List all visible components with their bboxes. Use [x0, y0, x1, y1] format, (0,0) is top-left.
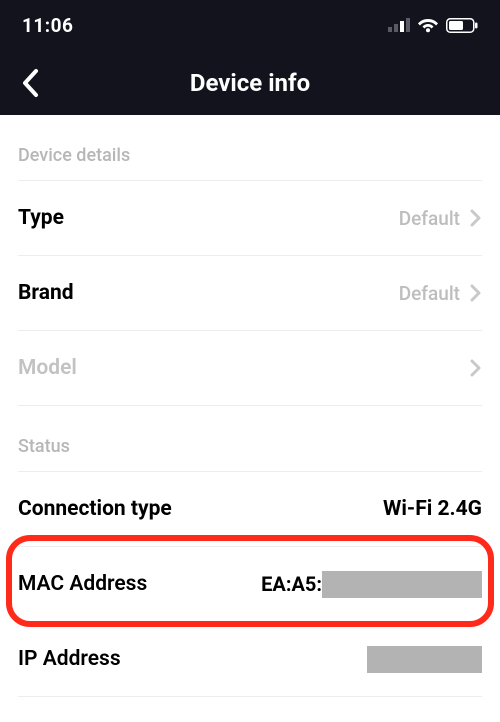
redacted-block	[367, 646, 482, 673]
chevron-right-icon	[470, 358, 482, 378]
divider	[18, 696, 482, 697]
row-ip: IP Address	[18, 622, 482, 696]
row-mac-value: EA:A5:	[261, 571, 482, 598]
chevron-left-icon	[21, 68, 39, 98]
cellular-icon	[388, 18, 410, 32]
mac-prefix: EA:A5:	[261, 572, 322, 596]
row-type-value: Default	[399, 207, 460, 230]
row-ip-label: IP Address	[18, 647, 121, 671]
row-model[interactable]: Model	[18, 331, 482, 405]
battery-icon	[446, 18, 478, 33]
chevron-right-icon	[470, 283, 482, 303]
wifi-icon	[417, 17, 439, 33]
row-type-label: Type	[18, 206, 64, 230]
content: Device details Type Default Brand Defaul…	[0, 115, 500, 697]
redacted-block	[322, 571, 482, 598]
row-connection: Connection type Wi-Fi 2.4G	[18, 472, 482, 546]
row-type[interactable]: Type Default	[18, 181, 482, 255]
section-header-status: Status	[18, 406, 482, 471]
row-brand[interactable]: Brand Default	[18, 256, 482, 330]
section-header-details: Device details	[18, 115, 482, 180]
status-time: 11:06	[22, 14, 73, 37]
row-mac: MAC Address EA:A5:	[18, 547, 482, 621]
row-connection-value: Wi-Fi 2.4G	[383, 497, 482, 521]
nav-bar: Device info	[0, 50, 500, 115]
row-model-label: Model	[18, 356, 77, 380]
status-icons	[388, 17, 478, 33]
chevron-right-icon	[470, 208, 482, 228]
row-brand-label: Brand	[18, 281, 74, 305]
page-title: Device info	[0, 69, 500, 97]
row-mac-label: MAC Address	[18, 572, 147, 596]
row-connection-label: Connection type	[18, 497, 172, 521]
back-button[interactable]	[10, 63, 50, 103]
status-bar: 11:06	[0, 0, 500, 50]
row-brand-value: Default	[399, 282, 460, 305]
row-ip-value	[367, 646, 482, 673]
